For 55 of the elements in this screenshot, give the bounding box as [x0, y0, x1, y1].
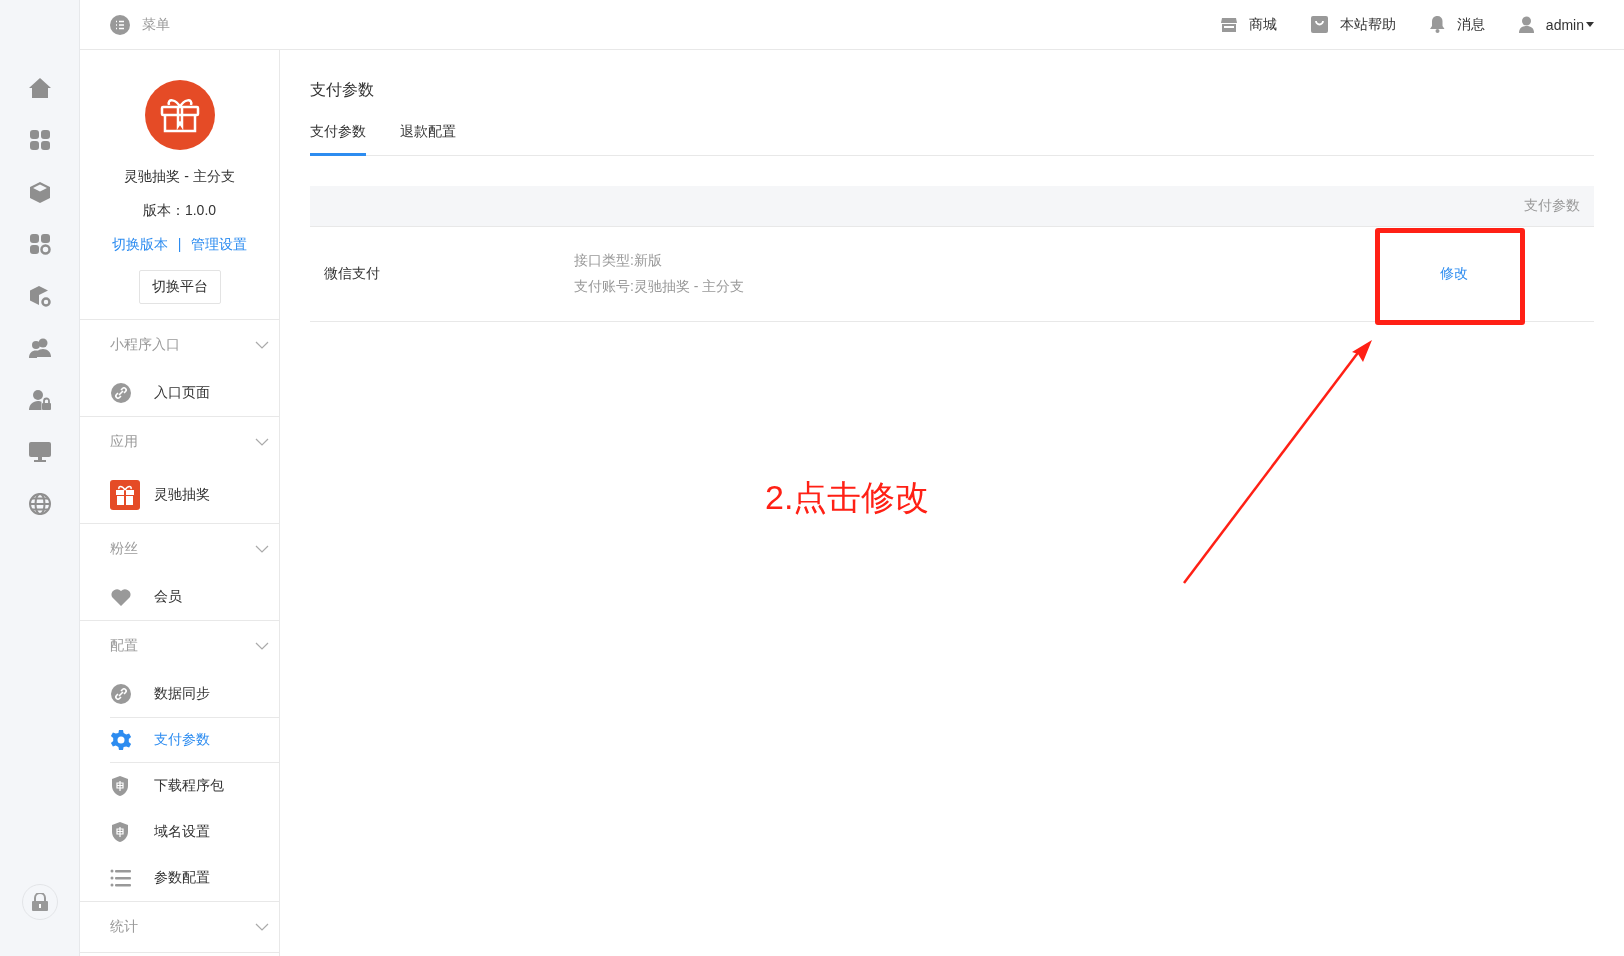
cube-gear-icon[interactable]	[27, 284, 52, 308]
page-title: 支付参数	[310, 80, 375, 100]
user-icon	[1518, 16, 1534, 33]
sidebar-item[interactable]: 灵驰抽奖	[110, 467, 279, 523]
cube-icon[interactable]	[27, 180, 52, 204]
table-cell-text: 微信支付	[323, 265, 381, 283]
link-icon	[110, 683, 132, 705]
edit-link[interactable]: 修改	[1328, 265, 1594, 283]
switch-platform-button[interactable]: 切换平台	[138, 270, 221, 304]
shield-icon	[110, 775, 130, 797]
grid-gear-icon[interactable]	[27, 232, 52, 256]
chevron-down-icon[interactable]	[255, 341, 269, 349]
tab[interactable]: 支付参数	[310, 123, 366, 156]
sidebar-item[interactable]: 入口页面	[110, 370, 279, 416]
topbar-link[interactable]: 消息	[1429, 15, 1485, 34]
sidebar-item[interactable]: 下载程序包	[110, 763, 279, 809]
chevron-down-icon[interactable]	[255, 438, 269, 446]
switch-version-link[interactable]: 切换版本	[111, 236, 168, 254]
shield-icon	[110, 821, 130, 843]
home-icon[interactable]	[27, 76, 52, 100]
detail-text: 接口类型:新版	[574, 252, 663, 270]
chevron-down-icon[interactable]	[255, 642, 269, 650]
app-version: 版本：1.0.0	[142, 202, 217, 220]
topbar-link[interactable]: 本站帮助	[1310, 15, 1396, 34]
user-lock-icon[interactable]	[27, 388, 52, 412]
header-cell: 支付参数	[1524, 197, 1580, 215]
globe-icon[interactable]	[27, 492, 52, 516]
topbar-link[interactable]: admin	[1518, 16, 1594, 33]
sidebar-item[interactable]: 参数配置	[110, 855, 279, 901]
settings-icon	[110, 729, 132, 751]
detail-text: 支付账号:灵驰抽奖 - 主分支	[574, 278, 746, 296]
monitor-icon[interactable]	[27, 440, 52, 464]
menu-icon[interactable]	[110, 14, 130, 35]
manage-settings-link[interactable]: 管理设置	[191, 236, 248, 254]
list-icon	[110, 868, 132, 888]
sidebar-item[interactable]: 域名设置	[110, 809, 279, 855]
users-icon[interactable]	[27, 336, 52, 360]
app-name: 灵驰抽奖 - 主分支	[124, 168, 235, 186]
lock-icon	[31, 893, 48, 911]
topbar-link[interactable]: 商城	[1220, 15, 1277, 34]
bell-icon	[1429, 16, 1445, 33]
link-separator: |	[177, 236, 182, 254]
heart-icon	[110, 587, 132, 607]
sidebar-item[interactable]: 数据同步	[110, 671, 279, 717]
tab[interactable]: 退款配置	[400, 123, 456, 156]
sidebar-item[interactable]: 会员	[110, 574, 279, 620]
link-icon	[110, 382, 132, 404]
bag-icon	[1310, 16, 1328, 33]
gift-icon	[110, 480, 140, 510]
grid-icon[interactable]	[27, 128, 52, 152]
annotation-text: 2.点击修改	[765, 477, 930, 518]
chevron-down-icon[interactable]	[255, 545, 269, 553]
chevron-down-icon[interactable]	[255, 923, 269, 931]
sidebar-item[interactable]: 支付参数	[110, 717, 279, 763]
store-icon	[1220, 17, 1237, 32]
